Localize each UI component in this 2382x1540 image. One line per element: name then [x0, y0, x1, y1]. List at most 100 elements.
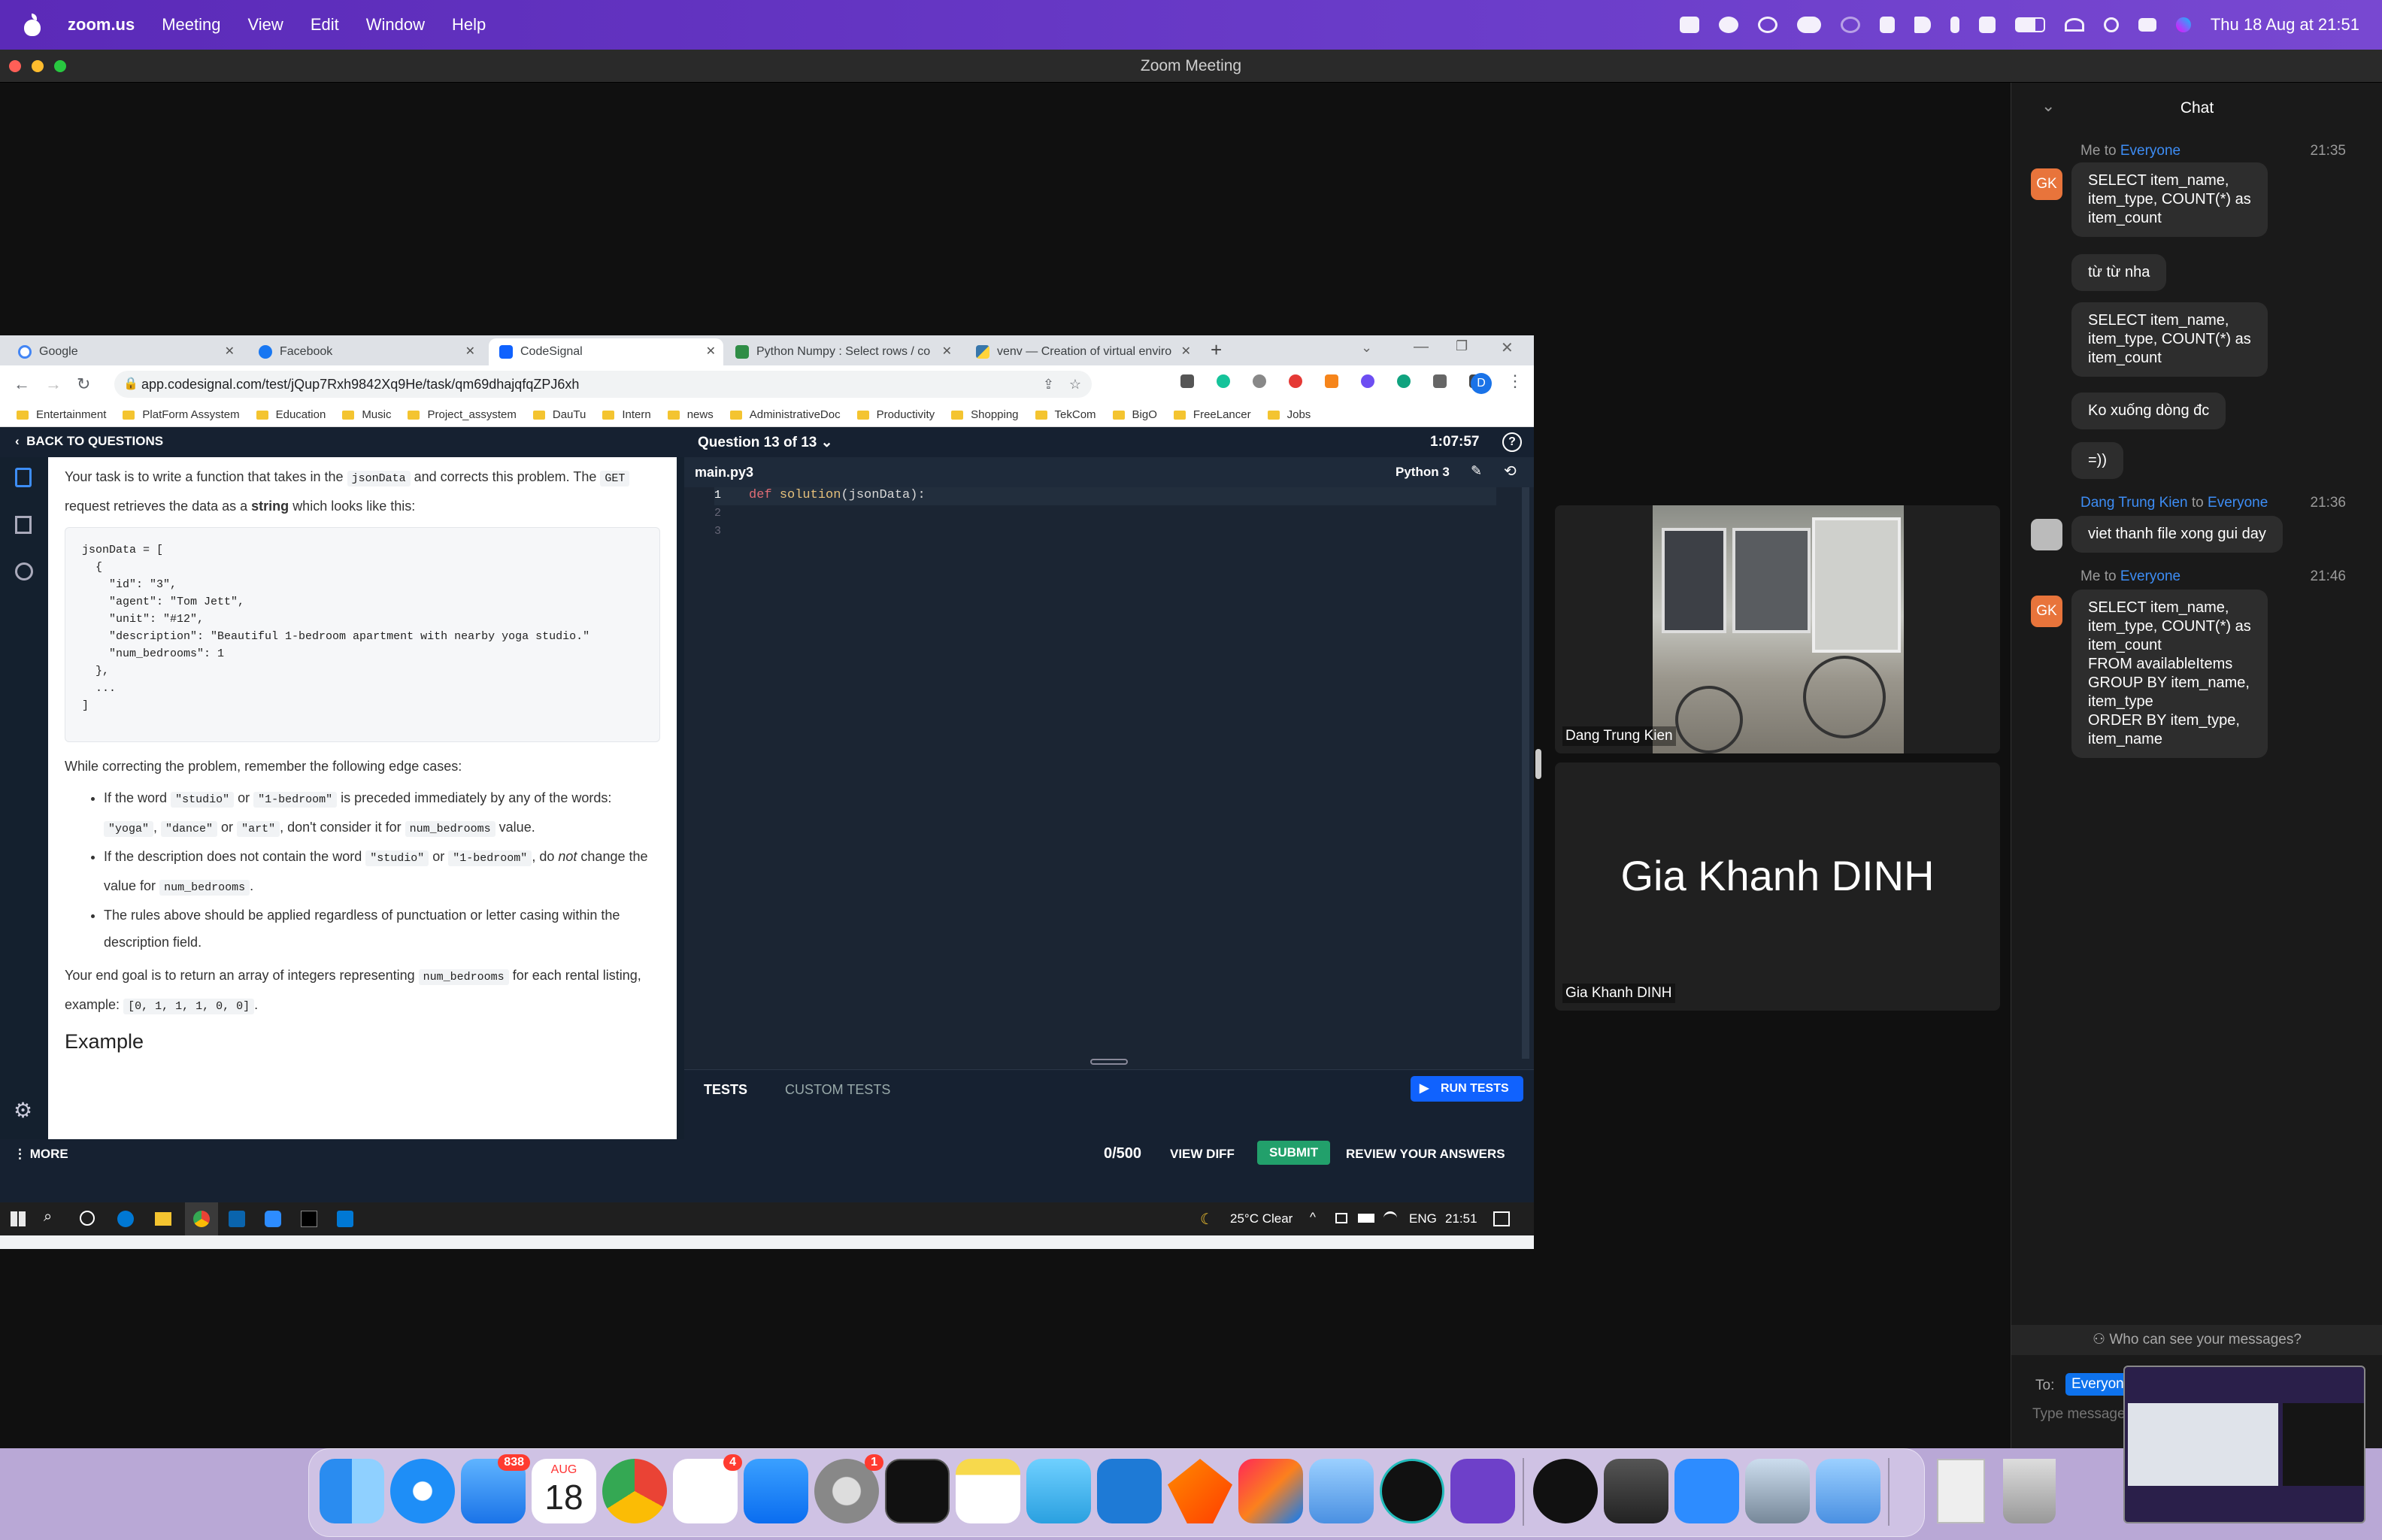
share-icon[interactable]: ⇪	[1043, 371, 1054, 398]
battery-icon[interactable]	[2014, 17, 2045, 32]
view-diff-button[interactable]: VIEW DIFF	[1170, 1147, 1235, 1162]
kebab-menu-icon[interactable]: ⋮	[1507, 371, 1523, 391]
help-icon[interactable]: ?	[1502, 432, 1522, 452]
grammarly-icon[interactable]	[1217, 374, 1230, 388]
edit-pencil-icon[interactable]: ✎	[1471, 463, 1482, 479]
edge-icon[interactable]	[117, 1211, 134, 1227]
chrome-icon[interactable]	[602, 1459, 667, 1523]
extension-icon[interactable]	[1397, 374, 1411, 388]
adblock-icon[interactable]	[1289, 374, 1302, 388]
bookmark-news[interactable]: news	[667, 408, 714, 421]
reminders-icon[interactable]: 4	[673, 1454, 742, 1523]
back-icon[interactable]: ←	[14, 374, 30, 394]
tray-chevron-icon[interactable]: ^	[1310, 1210, 1316, 1225]
bookmark-shopping[interactable]: Shopping	[951, 408, 1019, 421]
tab-codesignal[interactable]: CodeSignal ✕	[489, 338, 723, 365]
tab-numpy[interactable]: Python Numpy : Select rows / co ✕	[725, 338, 959, 365]
menu-edit[interactable]: Edit	[311, 15, 339, 35]
bookmark-administrativedoc[interactable]: AdministrativeDoc	[729, 408, 841, 421]
search-icon[interactable]: ⌕	[44, 1208, 52, 1226]
cortana-icon[interactable]	[80, 1211, 95, 1226]
review-answers-button[interactable]: REVIEW YOUR ANSWERS	[1346, 1147, 1505, 1162]
editor-scrollbar[interactable]	[1522, 487, 1529, 1059]
code-lines[interactable]: 1 2 3 def solution(jsonData):	[684, 487, 1534, 1059]
siri-icon[interactable]	[2175, 17, 2191, 32]
safari-icon[interactable]	[390, 1459, 455, 1523]
battery-tray-icon[interactable]	[1358, 1214, 1374, 1223]
history-icon[interactable]: ⟲	[1504, 462, 1517, 480]
tab-tests[interactable]: TESTS	[704, 1082, 747, 1098]
bookmark-project-assystem[interactable]: Project_assystem	[408, 408, 517, 421]
menu-window[interactable]: Window	[366, 15, 425, 35]
language-selector[interactable]: Python 3	[1396, 465, 1450, 480]
bluetooth-icon[interactable]	[1950, 17, 1959, 33]
window-layout-icon[interactable]	[1879, 17, 1895, 33]
submit-button[interactable]: SUBMIT	[1257, 1141, 1331, 1165]
info-icon[interactable]	[15, 562, 33, 581]
spotlight-search-icon[interactable]	[2103, 17, 2119, 32]
bookmark-intern[interactable]: Intern	[602, 408, 651, 421]
terminal-icon[interactable]	[301, 1211, 317, 1227]
chat-bubble[interactable]: SELECT item_name, item_type, COUNT(*) as…	[2071, 590, 2268, 758]
question-selector[interactable]: Question 13 of 13 ⌄	[698, 434, 833, 451]
list-icon[interactable]	[15, 516, 32, 534]
close-tab-icon[interactable]: ✕	[225, 338, 235, 365]
pane-divider[interactable]	[677, 457, 684, 1139]
vscode-icon[interactable]	[337, 1211, 353, 1227]
close-window-button[interactable]	[9, 60, 21, 72]
profile-avatar[interactable]: D	[1471, 373, 1492, 394]
trash-icon[interactable]	[2003, 1459, 2056, 1523]
maximize-window-button[interactable]	[54, 60, 66, 72]
chat-bubble[interactable]: SELECT item_name, item_type, COUNT(*) as…	[2071, 302, 2268, 377]
reload-icon[interactable]: ↻	[77, 374, 90, 394]
forward-icon[interactable]: →	[45, 374, 62, 394]
hummingbird-icon[interactable]	[1168, 1459, 1232, 1523]
tab-venv[interactable]: venv — Creation of virtual enviro ✕	[965, 338, 1199, 365]
weather-text[interactable]: 25°C Clear	[1230, 1211, 1293, 1226]
zoom-icon[interactable]	[1674, 1459, 1739, 1523]
finder-icon[interactable]	[320, 1459, 384, 1523]
wifi-tray-icon[interactable]	[1383, 1211, 1397, 1225]
tab-facebook[interactable]: Facebook ✕	[248, 338, 483, 365]
intellij-icon[interactable]	[1238, 1459, 1303, 1523]
language-indicator[interactable]: ENG	[1409, 1211, 1437, 1226]
metamask-icon[interactable]	[1325, 374, 1338, 388]
zoom-icon[interactable]	[265, 1211, 281, 1227]
description-icon[interactable]	[15, 468, 32, 487]
close-tab-icon[interactable]: ✕	[1181, 338, 1191, 365]
control-center-icon[interactable]	[2138, 18, 2156, 32]
tab-google[interactable]: Google ✕	[8, 338, 242, 365]
logitech-g-icon[interactable]	[1533, 1459, 1598, 1523]
close-tab-icon[interactable]: ✕	[706, 338, 716, 365]
menubar-clock[interactable]: Thu 18 Aug at 21:51	[2211, 15, 2359, 35]
back-to-questions-button[interactable]: ‹ BACK TO QUESTIONS	[15, 434, 163, 449]
minimize-browser-icon[interactable]: —	[1414, 338, 1429, 356]
gitkraken-icon[interactable]	[1380, 1459, 1444, 1523]
github-desktop-icon[interactable]	[1450, 1459, 1515, 1523]
keychain-icon[interactable]	[1604, 1459, 1668, 1523]
bookmark-entertainment[interactable]: Entertainment	[17, 408, 106, 421]
who-can-see-messages[interactable]: ⚇ Who can see your messages?	[2011, 1325, 2382, 1355]
menu-meeting[interactable]: Meeting	[162, 15, 220, 35]
bookmark-jobs[interactable]: Jobs	[1267, 408, 1311, 421]
file-explorer-icon[interactable]	[155, 1212, 171, 1226]
zoom-status-icon[interactable]	[1679, 17, 1699, 33]
taskbar-clock[interactable]: 21:51	[1445, 1211, 1477, 1226]
menu-app-name[interactable]: zoom.us	[68, 15, 135, 35]
tab-search-icon[interactable]: ⌄	[1361, 340, 1372, 356]
network-icon[interactable]	[1335, 1213, 1347, 1223]
preview-icon[interactable]	[1745, 1459, 1810, 1523]
bookmark-tekcom[interactable]: TekCom	[1035, 408, 1096, 421]
app-store-icon[interactable]	[744, 1459, 808, 1523]
chat-bubble[interactable]: từ từ nha	[2071, 254, 2167, 291]
extension-icon[interactable]	[1253, 374, 1266, 388]
bookmark-freelancer[interactable]: FreeLancer	[1173, 408, 1251, 421]
resize-handle[interactable]	[1090, 1059, 1128, 1065]
wifi-icon[interactable]	[2064, 18, 2084, 32]
close-browser-icon[interactable]: ✕	[1501, 338, 1514, 357]
menu-help[interactable]: Help	[452, 15, 486, 35]
downloads-stack-icon[interactable]	[1937, 1459, 1985, 1523]
settings-gear-icon[interactable]: ⚙	[14, 1098, 32, 1123]
chat-bubble[interactable]: SELECT item_name, item_type, COUNT(*) as…	[2071, 162, 2268, 237]
more-button[interactable]: ⋮ MORE	[14, 1147, 68, 1162]
